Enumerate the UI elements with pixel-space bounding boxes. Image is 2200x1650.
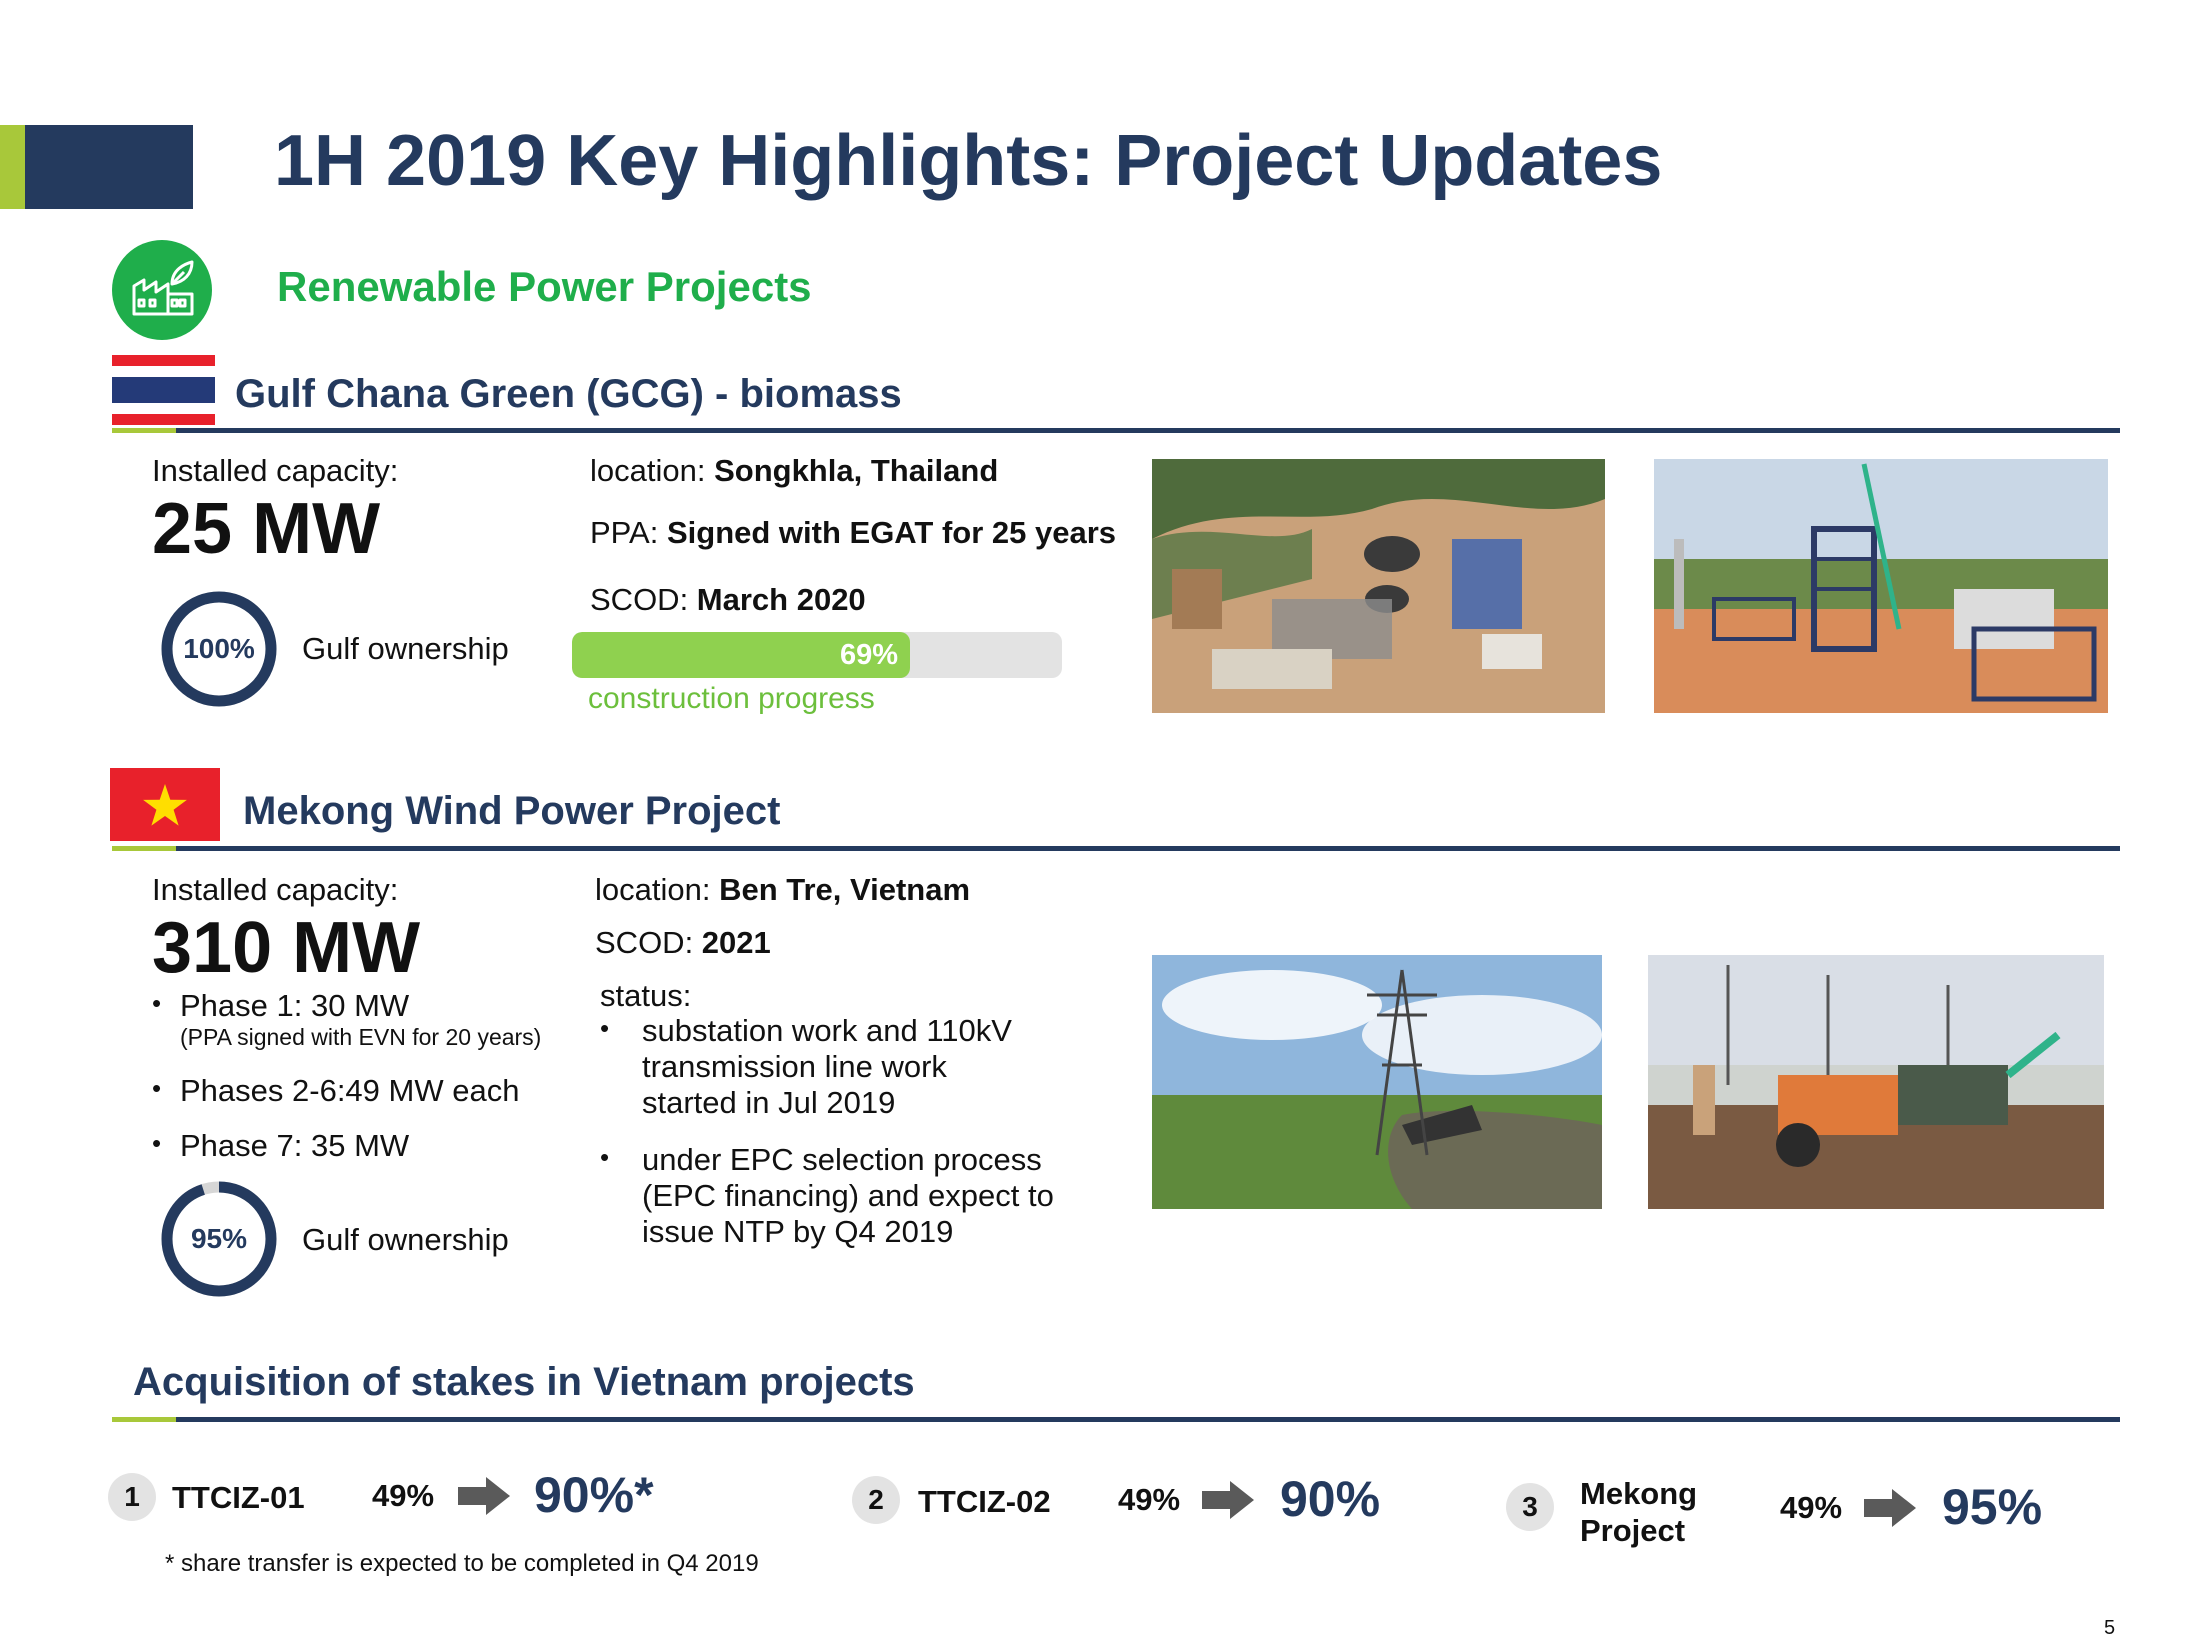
- gcg-location-label: location:: [590, 453, 715, 488]
- acquisition-divider: [112, 1417, 2120, 1422]
- factory-leaf-icon: [112, 240, 212, 340]
- arrow-right-icon: [1202, 1481, 1254, 1519]
- mekong-location: location: Ben Tre, Vietnam: [595, 872, 970, 908]
- acquisition-to-pct: 90%*: [534, 1467, 654, 1523]
- acquisition-from-pct: 49%: [1118, 1482, 1181, 1517]
- bullet-dot: •: [600, 1142, 610, 1172]
- gcg-aerial-photo: [1152, 459, 1605, 713]
- acquisition-number: 1: [108, 1473, 156, 1521]
- phase-item: • Phase 7: 35 MW: [152, 1128, 409, 1163]
- gcg-scod: SCOD: March 2020: [590, 582, 866, 618]
- gcg-scod-label: SCOD:: [590, 582, 697, 617]
- arrow-right-icon: [1864, 1489, 1916, 1527]
- mekong-location-value: Ben Tre, Vietnam: [719, 872, 971, 907]
- gcg-ppa-label: PPA:: [590, 515, 667, 550]
- gcg-scod-value: March 2020: [696, 582, 866, 617]
- mekong-substation-photo: [1648, 955, 2104, 1209]
- thailand-flag: [112, 355, 215, 425]
- mekong-ownership-pct: 95%: [190, 1223, 248, 1254]
- acquisition-project-name: TTCIZ-01: [172, 1480, 305, 1515]
- bullet-dot: •: [152, 988, 162, 1018]
- header-navy-block: [25, 125, 193, 209]
- bullet-dot: •: [600, 1013, 610, 1043]
- mekong-scod-value: 2021: [701, 925, 771, 960]
- gcg-ownership-label: Gulf ownership: [302, 631, 509, 666]
- acquisition-number: 2: [852, 1476, 900, 1524]
- gcg-project-title: Gulf Chana Green (GCG) - biomass: [235, 372, 902, 416]
- acquisition-from-pct: 49%: [372, 1478, 435, 1513]
- acquisition-divider-accent: [112, 1417, 176, 1422]
- gcg-site-photo: [1654, 459, 2108, 713]
- gcg-divider-accent: [112, 428, 176, 433]
- mekong-status-label: status:: [600, 978, 692, 1013]
- acquisition-to-pct: 90%: [1280, 1471, 1381, 1527]
- phase-text: Phases 2-6:49 MW each: [180, 1073, 520, 1108]
- gcg-ownership-pct: 100%: [183, 633, 255, 664]
- status-text: substation work and 110kV transmission l…: [642, 1013, 1012, 1120]
- acquisition-number: 3: [1506, 1483, 1554, 1531]
- page-number: 5: [2104, 1617, 2116, 1639]
- gcg-location-value: Songkhla, Thailand: [714, 453, 999, 488]
- mekong-ownership-label: Gulf ownership: [302, 1222, 509, 1257]
- section-title: Renewable Power Projects: [277, 263, 812, 310]
- acquisition-from-pct: 49%: [1780, 1490, 1843, 1525]
- vietnam-flag: [110, 768, 220, 841]
- gcg-progress-bar: 69%: [572, 632, 1062, 678]
- acquisition-title: Acquisition of stakes in Vietnam project…: [133, 1360, 915, 1404]
- gcg-capacity-value: 25 MW: [152, 489, 381, 569]
- gcg-ownership-ring: 100%: [160, 590, 278, 708]
- phase-item: • Phases 2-6:49 MW each: [152, 1073, 519, 1108]
- gcg-ppa: PPA: Signed with EGAT for 25 years: [590, 515, 1116, 551]
- phase-note: (PPA signed with EVN for 20 years): [180, 1024, 542, 1050]
- mekong-location-label: location:: [595, 872, 720, 907]
- mekong-transmission-photo: [1152, 955, 1602, 1209]
- mekong-capacity-value: 310 MW: [152, 908, 421, 988]
- gcg-ppa-value: Signed with EGAT for 25 years: [666, 515, 1116, 550]
- bullet-dot: •: [152, 1128, 162, 1158]
- gcg-divider: [112, 428, 2120, 433]
- acquisition-project-name: TTCIZ-02: [918, 1484, 1051, 1519]
- mekong-scod: SCOD: 2021: [595, 925, 771, 961]
- mekong-capacity-label: Installed capacity:: [152, 872, 399, 907]
- status-text: under EPC selection process (EPC financi…: [642, 1142, 1054, 1249]
- phase-item: • Phase 1: 30 MW (PPA signed with EVN fo…: [152, 988, 541, 1050]
- bullet-dot: •: [152, 1073, 162, 1103]
- header-accent-bar: [0, 125, 25, 209]
- mekong-ownership-ring: 95%: [160, 1180, 278, 1298]
- gcg-location: location: Songkhla, Thailand: [590, 453, 998, 489]
- mekong-divider: [112, 846, 2120, 851]
- gcg-capacity-label: Installed capacity:: [152, 453, 399, 488]
- page-title: 1H 2019 Key Highlights: Project Updates: [274, 121, 1663, 201]
- phase-text: Phase 7: 35 MW: [180, 1128, 410, 1163]
- acquisition-to-pct: 95%: [1942, 1479, 2043, 1535]
- gcg-progress-label: construction progress: [588, 682, 875, 715]
- acquisition-project-name: Mekong Project: [1580, 1476, 1698, 1548]
- gcg-progress-pct: 69%: [840, 639, 899, 671]
- mekong-divider-accent: [112, 846, 176, 851]
- mekong-project-title: Mekong Wind Power Project: [243, 789, 781, 833]
- acquisition-footnote: * share transfer is expected to be compl…: [165, 1550, 759, 1577]
- mekong-scod-label: SCOD:: [595, 925, 702, 960]
- arrow-right-icon: [458, 1477, 510, 1515]
- phase-text: Phase 1: 30 MW: [180, 988, 410, 1023]
